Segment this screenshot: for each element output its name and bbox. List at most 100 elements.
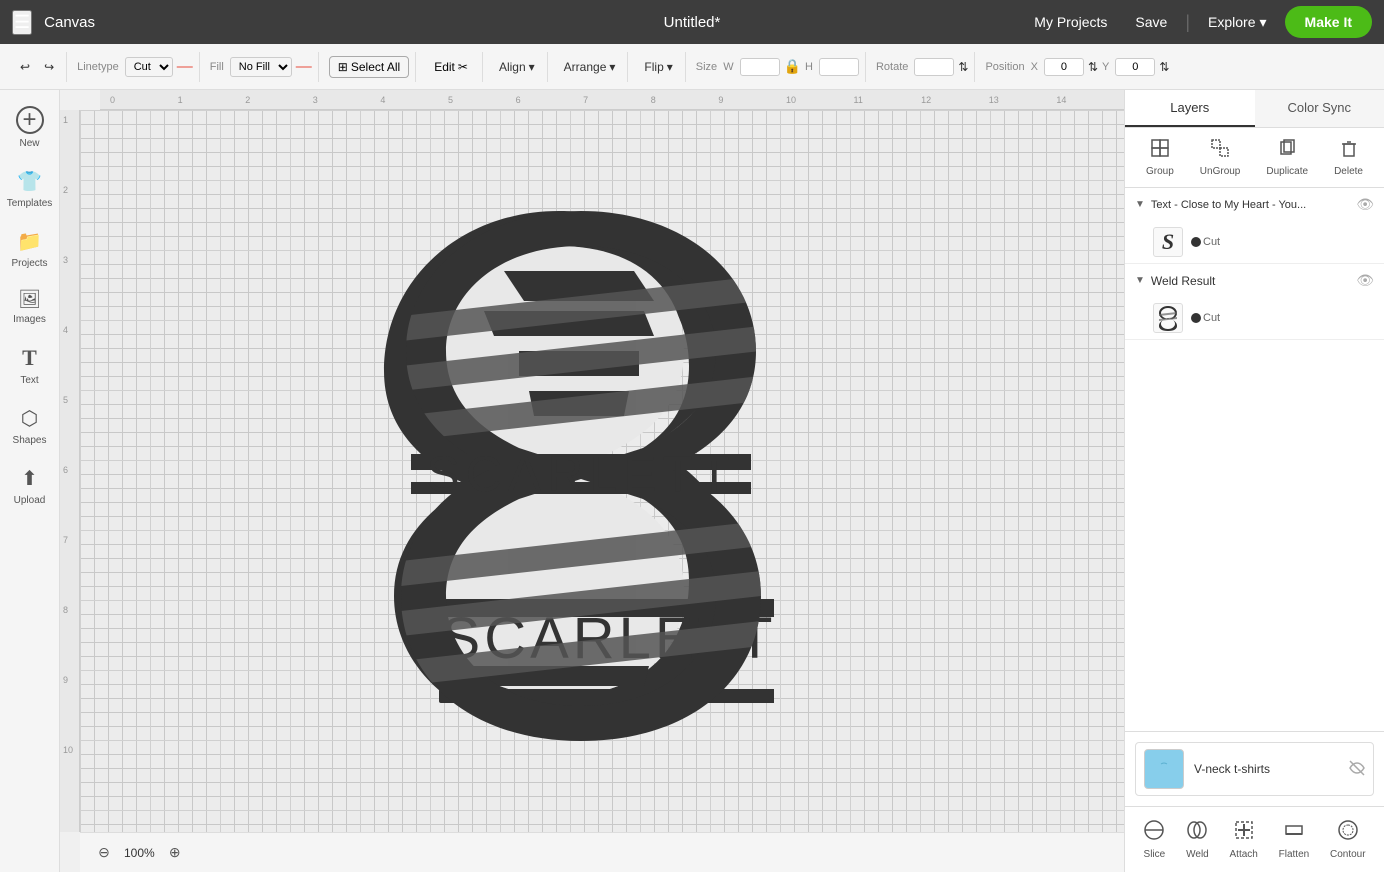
ruler-left-tick-5: 5 [60,395,79,465]
mat-preview[interactable]: V-neck t-shirts [1135,742,1374,796]
height-input[interactable] [819,58,859,76]
sidebar-item-label: Upload [14,495,46,506]
flip-chevron-icon: ▾ [667,60,673,74]
y-input[interactable] [1115,58,1155,76]
sidebar-item-new[interactable]: + New [4,98,56,157]
redo-button[interactable]: ↪ [38,56,60,78]
ruler-tick-4: 4 [380,95,448,105]
right-panel: Layers Color Sync Group UnGroup [1124,90,1384,872]
linetype-label: Linetype [77,61,119,73]
bottom-panel: V-neck t-shirts [1125,731,1384,806]
toolbar: ↩ ↪ Linetype Cut — Fill No Fill — ⊞ Sele… [0,44,1384,90]
canvas-area: 0 1 2 3 4 5 6 7 8 9 10 11 12 13 14 1 2 [60,90,1124,872]
panel-tabs: Layers Color Sync [1125,90,1384,128]
weld-layer-visibility-toggle[interactable]: 👁 [1356,272,1374,289]
sidebar-item-label: Shapes [13,435,47,446]
layer-actions: Group UnGroup Duplicate Delete [1125,128,1384,188]
sidebar-item-shapes[interactable]: ⬡ Shapes [4,398,56,454]
ruler-tick-9: 9 [718,95,786,105]
hamburger-button[interactable]: ☰ [12,10,32,35]
fill-color-swatch: — [296,58,312,76]
duplicate-icon [1277,138,1297,163]
zoom-out-button[interactable]: ⊖ [92,841,116,865]
save-button[interactable]: Save [1125,8,1177,36]
mat-hide-icon[interactable] [1349,760,1365,779]
slice-button[interactable]: Slice [1135,815,1173,864]
group-button[interactable]: Group [1138,134,1182,181]
ruler-tick-13: 13 [989,95,1057,105]
fill-label: Fill [210,61,224,73]
x-input[interactable] [1044,58,1084,76]
delete-button[interactable]: Delete [1326,134,1371,181]
layer-group-text-header[interactable]: ▼ Text - Close to My Heart - You... 👁 [1125,188,1384,221]
width-input[interactable] [740,58,780,76]
layers-list: ▼ Text - Close to My Heart - You... 👁 S … [1125,188,1384,731]
weld-button[interactable]: Weld [1178,815,1217,864]
linetype-color-swatch: — [177,58,193,76]
ruler-tick-8: 8 [651,95,719,105]
flip-button[interactable]: Flip ▾ [638,56,678,78]
fill-select[interactable]: No Fill [230,57,292,77]
y-label: Y [1102,61,1109,73]
sidebar-item-text[interactable]: T Text [4,337,56,394]
fill-group: Fill No Fill — [204,52,319,82]
layer-item-weld[interactable]: Cut [1125,297,1384,339]
arrange-group: Arrange ▾ [552,52,629,82]
tab-layers[interactable]: Layers [1125,90,1255,127]
layer-visibility-toggle[interactable]: 👁 [1356,196,1374,213]
duplicate-button[interactable]: Duplicate [1258,134,1316,181]
flip-group: Flip ▾ [632,52,685,82]
ruler-left-tick-8: 8 [60,605,79,675]
linetype-select[interactable]: Cut [125,57,173,77]
my-projects-button[interactable]: My Projects [1024,8,1117,36]
size-label: Size [696,61,717,73]
make-it-button[interactable]: Make It [1285,6,1372,38]
hamburger-icon: ☰ [14,12,30,33]
sidebar-item-label: Templates [7,198,53,209]
redo-icon: ↪ [44,60,54,74]
arrange-button[interactable]: Arrange ▾ [558,56,622,78]
ruler-tick-11: 11 [854,95,922,105]
lock-icon: 🔒 [784,58,801,75]
nav-separator: | [1185,12,1190,33]
rotate-group: Rotate ⇅ [870,52,975,82]
flatten-button[interactable]: Flatten [1271,815,1318,864]
upload-icon: ⬆ [21,466,38,491]
zoom-in-button[interactable]: ⊕ [163,841,187,865]
design-svg-main: SCARLETT [371,196,791,746]
layer-item-s[interactable]: S Cut [1125,221,1384,263]
mat-thumbnail [1144,749,1184,789]
left-sidebar: + New 👕 Templates 📁 Projects 🖼 Images T … [0,90,60,872]
templates-icon: 👕 [17,169,42,194]
sidebar-item-label: New [19,138,39,149]
canvas-content[interactable]: SCARLETT [80,110,1124,832]
sidebar-item-label: Text [20,375,38,386]
sidebar-item-projects[interactable]: 📁 Projects [4,221,56,277]
attach-icon [1233,819,1255,846]
ruler-tick-6: 6 [516,95,584,105]
ungroup-button[interactable]: UnGroup [1192,134,1249,181]
sidebar-item-templates[interactable]: 👕 Templates [4,161,56,217]
w-label: W [723,61,733,73]
ruler-left-tick-3: 3 [60,255,79,325]
align-button[interactable]: Align ▾ [493,56,541,78]
sidebar-item-upload[interactable]: ⬆ Upload [4,458,56,514]
contour-button[interactable]: Contour [1322,815,1374,864]
ruler-tick-1: 1 [178,95,246,105]
text-icon: T [22,345,37,371]
zoom-bar: ⊖ 100% ⊕ [80,832,1124,872]
layer-group-weld-header[interactable]: ▼ Weld Result 👁 [1125,264,1384,297]
rotate-input[interactable] [914,58,954,76]
tab-color-sync[interactable]: Color Sync [1255,90,1384,127]
undo-button[interactable]: ↩ [14,56,36,78]
explore-button[interactable]: Explore ▾ [1198,8,1277,37]
sidebar-item-images[interactable]: 🖼 Images [4,281,56,333]
edit-button[interactable]: Edit ✂ [426,57,476,77]
select-all-button[interactable]: ⊞ Select All [329,56,409,78]
ruler-left-tick-1: 1 [60,115,79,185]
layer-s-thumbnail: S [1153,227,1183,257]
ruler-left-tick-4: 4 [60,325,79,395]
attach-button[interactable]: Attach [1222,815,1266,864]
ruler-left-tick-7: 7 [60,535,79,605]
ruler-tick-12: 12 [921,95,989,105]
